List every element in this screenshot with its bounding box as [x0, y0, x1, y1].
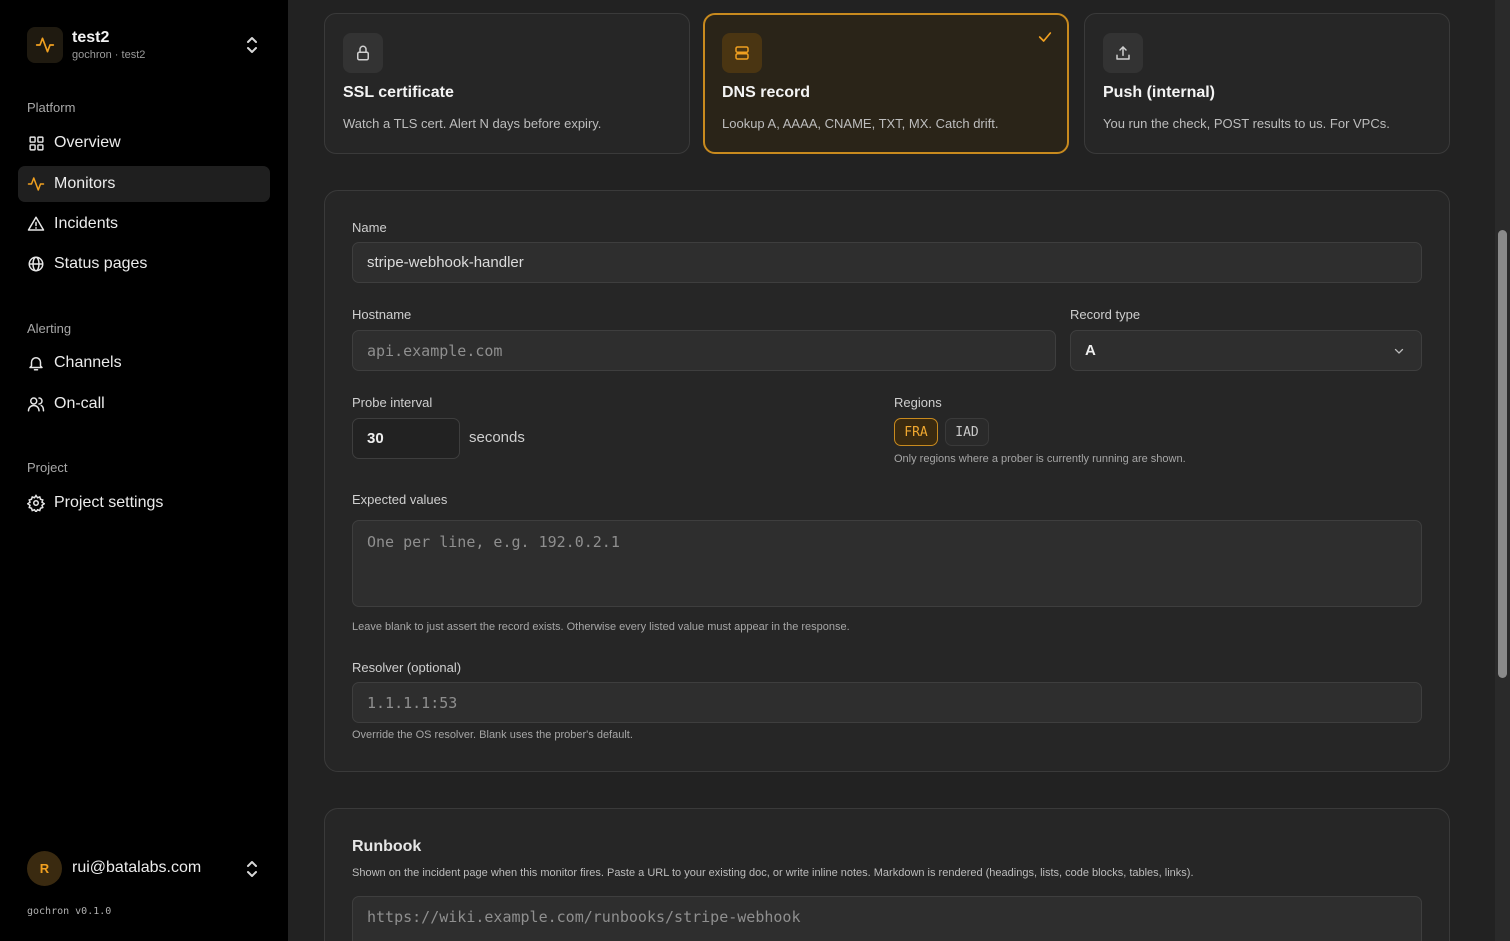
sidebar-item-channels[interactable]: Channels [18, 345, 270, 381]
runbook-textarea[interactable]: https://wiki.example.com/runbooks/stripe… [352, 896, 1422, 941]
expected-values-textarea[interactable]: One per line, e.g. 192.0.2.1 [352, 520, 1422, 607]
project-switcher[interactable]: test2 gochron · test2 [27, 26, 271, 64]
sidebar-item-incidents[interactable]: Incidents [18, 206, 270, 242]
record-type-label: Record type [1070, 307, 1141, 322]
name-label: Name [352, 220, 387, 235]
activity-icon [27, 27, 63, 63]
gear-icon [27, 494, 45, 512]
monitor-type-title: SSL certificate [343, 84, 454, 101]
sidebar-item-monitors[interactable]: Monitors [18, 166, 270, 202]
chevron-updown-icon [247, 861, 257, 877]
monitor-type-desc: Lookup A, AAAA, CNAME, TXT, MX. Catch dr… [722, 116, 999, 131]
region-chip-iad[interactable]: IAD [945, 418, 989, 446]
probe-interval-label: Probe interval [352, 395, 433, 410]
sidebar-item-label: Monitors [54, 175, 116, 192]
section-label-alerting: Alerting [27, 321, 72, 336]
monitor-type-push-card[interactable]: Push (internal) You run the check, POST … [1084, 13, 1450, 154]
sidebar-item-label: Channels [54, 354, 122, 371]
sidebar-item-label: Status pages [54, 255, 148, 272]
users-icon [27, 395, 45, 413]
runbook-section: Runbook Shown on the incident page when … [324, 808, 1450, 941]
sidebar-item-label: Incidents [54, 215, 119, 232]
activity-icon [27, 175, 45, 193]
probe-interval-value: 30 [367, 430, 384, 447]
chevron-down-icon [1394, 348, 1404, 354]
probe-interval-field[interactable]: 30 [352, 418, 460, 459]
lock-icon [343, 33, 383, 73]
name-field[interactable]: stripe-webhook-handler [352, 242, 1422, 283]
sidebar: test2 gochron · test2 Platform Overview … [0, 0, 288, 941]
monitor-type-desc: Watch a TLS cert. Alert N days before ex… [343, 116, 602, 131]
upload-icon [1103, 33, 1143, 73]
resolver-label: Resolver (optional) [352, 660, 462, 675]
check-icon [1038, 32, 1052, 42]
sidebar-item-label: Overview [54, 134, 121, 151]
resolver-hint: Override the OS resolver. Blank uses the… [352, 729, 633, 741]
project-subtitle: gochron · test2 [72, 48, 146, 61]
user-menu[interactable]: R rui@batalabs.com [27, 850, 271, 886]
sidebar-item-status-pages[interactable]: Status pages [18, 246, 270, 282]
user-email: rui@batalabs.com [72, 859, 202, 876]
expected-values-placeholder: One per line, e.g. 192.0.2.1 [367, 533, 620, 551]
record-type-value: A [1085, 342, 1096, 359]
section-label-project: Project [27, 460, 68, 475]
runbook-placeholder: https://wiki.example.com/runbooks/stripe… [367, 908, 801, 926]
monitor-type-dns-card[interactable]: DNS record Lookup A, AAAA, CNAME, TXT, M… [703, 13, 1069, 154]
sidebar-item-label: On-call [54, 395, 105, 412]
regions-hint: Only regions where a prober is currently… [894, 453, 1186, 465]
expected-values-label: Expected values [352, 492, 448, 507]
project-name: test2 [72, 28, 110, 46]
record-type-select[interactable]: A [1070, 330, 1422, 371]
monitor-type-ssl-card[interactable]: SSL certificate Watch a TLS cert. Alert … [324, 13, 690, 154]
monitor-type-title: Push (internal) [1103, 84, 1216, 101]
sidebar-item-label: Project settings [54, 494, 164, 511]
warning-triangle-icon [27, 215, 45, 233]
grid-icon [27, 134, 45, 152]
scrollbar[interactable] [1495, 0, 1510, 941]
hostname-label: Hostname [352, 307, 412, 322]
monitor-type-title: DNS record [722, 84, 811, 101]
region-chip-fra[interactable]: FRA [894, 418, 938, 446]
runbook-description: Shown on the incident page when this mon… [352, 867, 1194, 879]
server-icon [722, 33, 762, 73]
main-content: SSL certificate Watch a TLS cert. Alert … [288, 0, 1510, 941]
bell-icon [27, 354, 45, 372]
regions-label: Regions [894, 395, 942, 410]
name-value: stripe-webhook-handler [367, 254, 524, 271]
hostname-placeholder: api.example.com [367, 341, 503, 360]
expected-values-hint: Leave blank to just assert the record ex… [352, 621, 850, 633]
scrollbar-thumb[interactable] [1498, 230, 1507, 678]
globe-icon [27, 255, 45, 273]
runbook-title: Runbook [352, 838, 422, 855]
resolver-placeholder: 1.1.1.1:53 [367, 693, 458, 712]
chevron-updown-icon [247, 37, 257, 53]
avatar: R [27, 850, 62, 886]
monitor-form: Name stripe-webhook-handler Hostname api… [324, 190, 1450, 772]
sidebar-item-on-call[interactable]: On-call [18, 386, 270, 422]
monitor-type-desc: You run the check, POST results to us. F… [1103, 116, 1390, 131]
probe-interval-unit: seconds [469, 429, 525, 446]
sidebar-item-project-settings[interactable]: Project settings [18, 485, 270, 521]
hostname-field[interactable]: api.example.com [352, 330, 1056, 371]
app-version: gochron v0.1.0 [27, 906, 112, 917]
section-label-platform: Platform [27, 100, 76, 115]
sidebar-item-overview[interactable]: Overview [18, 125, 270, 161]
resolver-field[interactable]: 1.1.1.1:53 [352, 682, 1422, 723]
